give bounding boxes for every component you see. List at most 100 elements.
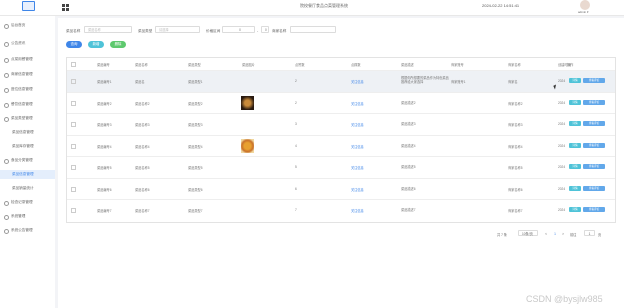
menu-icon — [4, 201, 9, 206]
sidebar-item[interactable]: 后台首页 — [0, 21, 55, 30]
cell-name: 菜品名称5 — [135, 166, 150, 170]
cell-comment[interactable]: 关注信息 — [351, 101, 364, 106]
row-checkbox[interactable] — [71, 79, 76, 84]
sidebar-item[interactable]: 商家信息管理 — [0, 70, 55, 79]
seller-filter-input[interactable] — [290, 26, 336, 33]
type-filter-label: 菜品类型 — [138, 29, 153, 33]
row-checkbox[interactable] — [71, 186, 76, 192]
detail-button[interactable]: 详情 — [569, 142, 581, 148]
view-comments-button[interactable]: 查看评论 — [583, 121, 605, 126]
table-row[interactable]: 菜品编号6 菜品名称6 菜品类型6 6 关注信息 菜品描述6 商家名称6 2024 详情 查看评论 — [67, 177, 615, 200]
detail-button[interactable]: 详情 — [569, 164, 581, 169]
page-size-select[interactable]: 10条/页 — [518, 230, 538, 236]
row-checkbox[interactable] — [71, 143, 76, 149]
sidebar-item-label: 菜品库存管理 — [12, 144, 34, 148]
cell-comment[interactable]: 关注信息 — [351, 208, 364, 213]
sidebar-item-label: 检查记录管理 — [11, 200, 33, 204]
view-comments-button[interactable]: 查看评论 — [583, 142, 605, 148]
row-checkbox[interactable] — [71, 100, 76, 106]
search-button[interactable]: 查询 — [66, 41, 82, 48]
top-bar: 院校餐厅食品点菜管理系统 2024-02-22 14:51:41 admin ▾ — [0, 0, 624, 16]
sidebar-item[interactable]: 菜品类型管理 — [0, 114, 55, 123]
menu-grid-icon[interactable] — [62, 4, 69, 11]
row-checkbox[interactable] — [71, 208, 76, 213]
next-page-button[interactable]: > — [560, 231, 566, 237]
sidebar-item[interactable]: 系统公告管理 — [0, 226, 55, 235]
sidebar-item[interactable]: 菜品信息管理 — [0, 128, 55, 137]
sidebar-item[interactable]: 餐饮信息管理 — [0, 100, 55, 109]
view-comments-button[interactable]: 查看评论 — [583, 207, 605, 212]
table-row[interactable]: 菜品编号7 菜品名称7 菜品类型7 7 关注信息 菜品描述7 商家名称7 2024 详情 查看评论 — [67, 199, 615, 221]
cell-type: 菜品类型6 — [188, 187, 203, 192]
cell-likes: 3 — [295, 122, 297, 126]
watermark: CSDN @bysjlw985 — [526, 294, 603, 304]
user-menu[interactable]: admin ▾ — [578, 10, 589, 14]
sidebar-item[interactable]: 点菜用餐管理 — [0, 55, 55, 64]
select-all-checkbox[interactable] — [71, 62, 76, 67]
menu-icon — [4, 159, 9, 164]
goto-page-input[interactable]: 1 — [584, 230, 595, 236]
page-number-1[interactable]: 1 — [552, 231, 558, 237]
column-header: 菜品名称 — [135, 63, 148, 67]
add-button[interactable]: 新增 — [88, 41, 104, 48]
cell-seller: 商家名称3 — [508, 123, 523, 127]
sidebar-item[interactable]: 检查记录管理 — [0, 198, 55, 207]
cell-comment[interactable]: 关注信息 — [351, 79, 364, 84]
sidebar-item[interactable]: 座位信息管理 — [0, 85, 55, 94]
table-row[interactable]: 菜品编号1 菜品名 菜品类型1 2 关注信息 根据你所想要的菜品作为特色菜品推荐给大家选择… — [67, 70, 615, 92]
price-max-input[interactable]: 0 — [261, 26, 269, 33]
price-min-input[interactable]: 0 — [222, 26, 255, 33]
menu-icon — [4, 58, 9, 63]
sidebar-item-label: 菜品类型管理 — [11, 116, 33, 120]
dish-image — [241, 138, 254, 153]
detail-button[interactable]: 详情 — [569, 121, 581, 126]
sidebar-item[interactable]: 食品分类管理 — [0, 156, 55, 165]
sidebar-item-label: 食品分类管理 — [11, 158, 33, 162]
table-row[interactable]: 菜品编号2 菜品名称2 菜品类型2 2 关注信息 菜品描述2 商家名称2 2024 详情 查看评论 — [67, 91, 615, 114]
cell-comment[interactable]: 关注信息 — [351, 144, 364, 149]
sidebar-item[interactable]: 公告资讯 — [0, 39, 55, 48]
prev-page-button[interactable]: < — [543, 231, 549, 237]
cell-desc: 菜品描述3 — [401, 122, 416, 126]
sidebar-item-label: 系统公告管理 — [11, 228, 33, 232]
type-filter-select[interactable]: 请选择 — [155, 26, 200, 33]
table-row[interactable]: 菜品编号5 菜品名称5 菜品类型5 5 关注信息 菜品描述5 商家名称5 2024 详情 查看评论 — [67, 156, 615, 178]
cell-type: 菜品类型3 — [188, 123, 203, 127]
cell-name: 菜品名称3 — [135, 123, 150, 127]
cell-desc: 菜品描述6 — [401, 186, 416, 191]
cell-time: 2024 — [558, 165, 566, 169]
sidebar-item[interactable]: 菜品库存管理 — [0, 142, 55, 151]
cell-name: 菜品名称4 — [135, 144, 150, 149]
cell-time: 2024 — [558, 208, 566, 212]
row-checkbox[interactable] — [71, 122, 76, 127]
view-comments-button[interactable]: 查看评论 — [583, 164, 605, 169]
view-comments-button[interactable]: 查看评论 — [583, 185, 605, 191]
price-filter-label: 价格区间 — [206, 29, 221, 33]
cell-comment[interactable]: 关注信息 — [351, 165, 364, 170]
view-comments-button[interactable]: 查看评论 — [583, 99, 605, 105]
goto-label: 前往 — [570, 233, 577, 237]
detail-button[interactable]: 详情 — [569, 207, 581, 212]
avatar[interactable] — [580, 0, 590, 10]
cell-seller: 商家名称2 — [508, 101, 523, 106]
column-header: 点赞数 — [295, 63, 305, 67]
cell-no: 菜品编号3 — [97, 123, 112, 127]
sidebar-item[interactable]: 菜品销量统计 — [0, 184, 55, 193]
menu-icon — [4, 117, 9, 122]
cell-comment[interactable]: 关注信息 — [351, 122, 364, 127]
detail-button[interactable]: 详情 — [569, 99, 581, 105]
name-filter-input[interactable]: 菜品名称 — [84, 26, 132, 33]
sidebar-item[interactable]: 系统管理 — [0, 212, 55, 221]
row-checkbox[interactable] — [71, 165, 76, 170]
delete-button[interactable]: 删除 — [110, 41, 126, 48]
menu-icon — [4, 229, 9, 234]
name-filter-label: 菜品名称 — [66, 29, 81, 33]
cell-comment[interactable]: 关注信息 — [351, 187, 364, 192]
table-row[interactable]: 菜品编号3 菜品名称3 菜品类型3 3 关注信息 菜品描述3 商家名称3 2024 详情 查看评论 — [67, 113, 615, 135]
table-row[interactable]: 菜品编号4 菜品名称4 菜品类型4 4 关注信息 菜品描述4 商家名称4 2024 详情 查看评论 — [67, 134, 615, 157]
view-comments-button[interactable]: 查看评论 — [583, 78, 605, 83]
sidebar-item[interactable]: 菜品信息管理 — [0, 170, 55, 179]
detail-button[interactable]: 详情 — [569, 78, 581, 83]
datetime-display: 2024-02-22 14:51:41 — [482, 3, 520, 8]
detail-button[interactable]: 详情 — [569, 185, 581, 191]
